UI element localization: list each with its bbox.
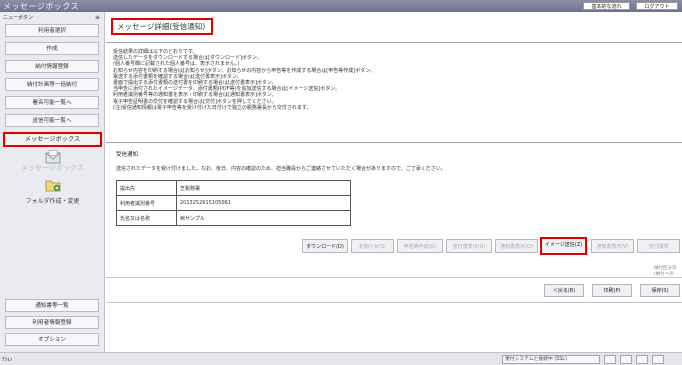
- info-key: 利用者識別番号: [116, 195, 177, 211]
- info-value: 2013252615105061: [176, 195, 351, 211]
- print-button[interactable]: 印刷(P): [592, 284, 632, 297]
- connection-status: 受付システムと接続中 (SSL): [502, 355, 600, 364]
- sidebar-item-create[interactable]: 作成: [5, 42, 99, 55]
- notice-text: 送信されたデータを受け付けました。なお、後日、内容の確認のため、担当職員からご連…: [116, 166, 446, 172]
- save-button[interactable]: 保存(S): [640, 284, 680, 297]
- info-value: 芝税務署: [176, 180, 351, 196]
- status-left-text: ｱｼｮﾝ: [2, 357, 13, 363]
- table-row: 氏名又は名称 ㈱サンプル: [116, 210, 351, 226]
- divider: [106, 42, 682, 43]
- status-bar: ｱｼｮﾝ 受付システムと接続中 (SSL): [0, 352, 682, 365]
- message-box-label: メッセージボックス: [21, 164, 84, 172]
- sidebar-item-options[interactable]: オプション: [5, 333, 99, 346]
- status-box: [604, 355, 616, 364]
- status-box: [620, 355, 632, 364]
- sidebar-item-sendable-list[interactable]: 送信可能一覧へ: [5, 114, 99, 127]
- sidebar-item-signable-list[interactable]: 署名可能一覧へ: [5, 96, 99, 109]
- instructions: 受信結果の詳細は以下のとおりです。 送信したデータをダウンロードする場合は[ダウ…: [113, 49, 673, 111]
- status-box: [636, 355, 648, 364]
- sidebar: ニューボタン ≡ 利用者選択 作成 納付情報登録 納付計画等一括納付 署名可能一…: [0, 12, 105, 352]
- divider: [106, 277, 682, 278]
- cover-letter-button[interactable]: 送付書表示(U): [446, 239, 492, 253]
- oshirase-button[interactable]: お知らせ(S): [351, 239, 394, 253]
- download-button[interactable]: ダウンロード(D): [302, 239, 348, 253]
- sidebar-item-payment-info[interactable]: 納付情報登録: [5, 60, 99, 73]
- instruction-line: (注)受信通知情報は電子申告等を受け付けた日付けで独立の税務署長から交付されます…: [113, 104, 312, 111]
- page-title: メッセージ詳細(受信通知): [111, 18, 213, 35]
- collapse-icon[interactable]: ≡: [95, 14, 100, 21]
- logout-button[interactable]: ログアウト: [636, 2, 678, 10]
- issue-request-button[interactable]: 交付請求: [637, 239, 680, 253]
- sidebar-item-user-info[interactable]: 利用者情報登録: [5, 316, 99, 329]
- notice-title: 受信通知: [116, 152, 139, 158]
- notice-display-button-2[interactable]: 通知書表示(V): [591, 239, 634, 253]
- sidebar-item-user-select[interactable]: 利用者選択: [5, 24, 99, 37]
- info-key: 提出先: [116, 180, 177, 196]
- table-row: 利用者識別番号 2013252615105061: [116, 195, 351, 211]
- info-table: 提出先 芝税務署 利用者識別番号 2013252615105061 氏名又は名称…: [116, 180, 351, 226]
- table-row: 提出先 芝税務署: [116, 180, 351, 196]
- back-button[interactable]: ＜戻る(B): [544, 284, 584, 297]
- app-title: メッセージボックス: [3, 2, 80, 11]
- menu-label: ニューボタン: [3, 15, 34, 21]
- sidebar-item-notice-list[interactable]: 通知書等一覧: [5, 299, 99, 312]
- divider: [106, 302, 682, 303]
- sidebar-item-batch-payment[interactable]: 納付計画等一括納付: [5, 78, 99, 91]
- divider: [106, 142, 682, 143]
- sidebar-item-message-box[interactable]: メッセージボックス: [3, 132, 102, 147]
- image-send-button[interactable]: イメージ送信(Z): [540, 237, 587, 255]
- main-content: メッセージ詳細(受信通知) 受信結果の詳細は以下のとおりです。 送信したデータを…: [106, 12, 682, 352]
- folder-create-label[interactable]: フォルダ作成・変更: [0, 196, 105, 205]
- status-box: [652, 355, 664, 364]
- basic-flow-button[interactable]: 基本的な流れ: [583, 2, 630, 10]
- create-filing-button[interactable]: 申告等作成(G): [397, 239, 443, 253]
- top-bar: メッセージボックス 基本的な流れ ログアウト: [0, 0, 682, 12]
- notice-display-button[interactable]: 通知書表示(O): [495, 239, 538, 253]
- info-key: 氏名又は名称: [116, 210, 177, 226]
- folder-icon[interactable]: [0, 177, 105, 197]
- info-value: ㈱サンプル: [176, 210, 351, 226]
